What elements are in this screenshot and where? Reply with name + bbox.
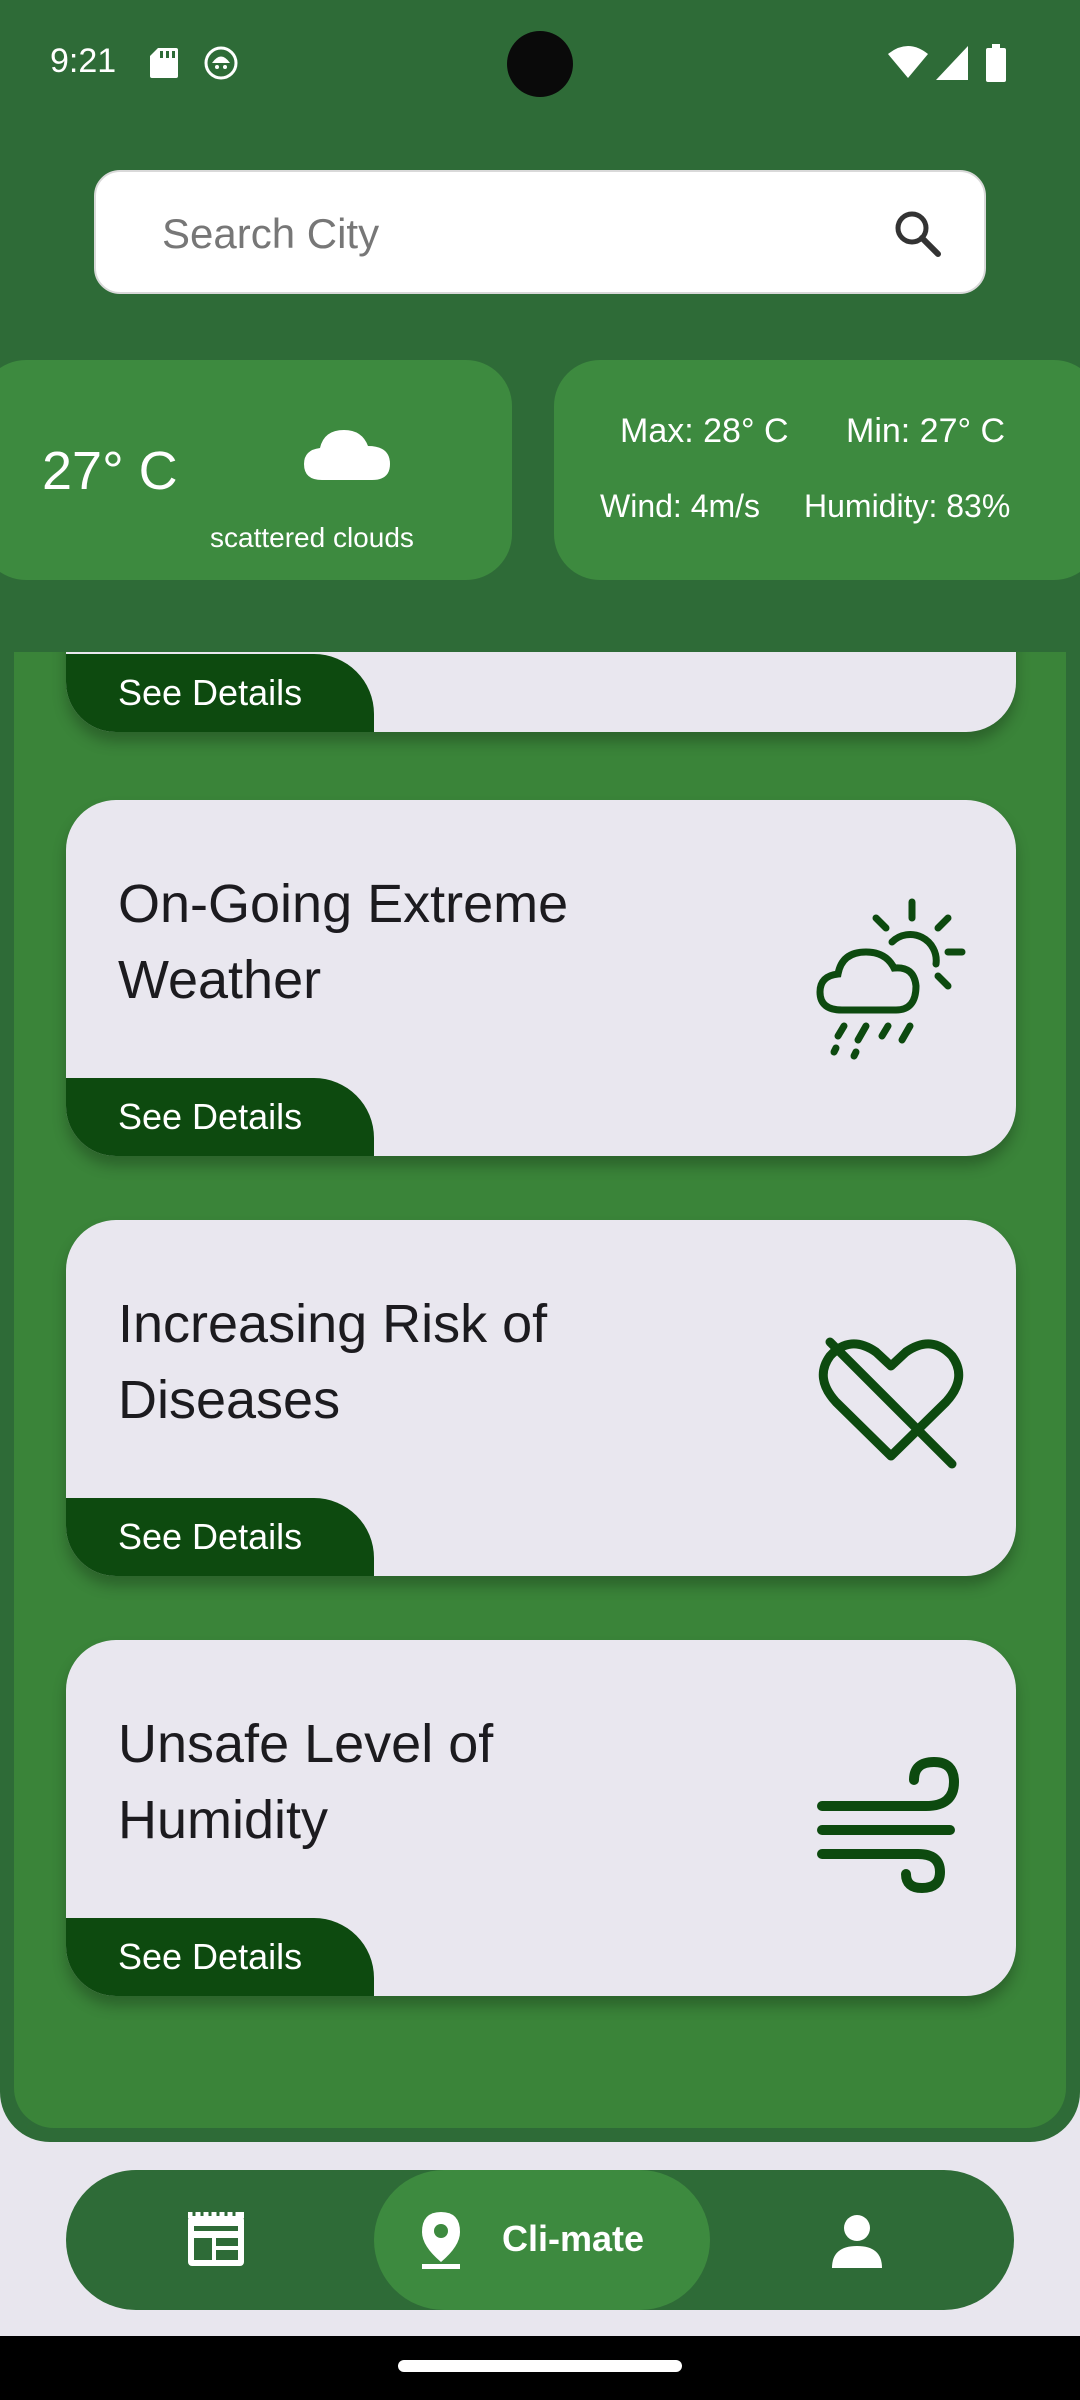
wind-icon <box>817 1756 960 1894</box>
search-placeholder: Search City <box>162 210 380 257</box>
search-icon[interactable] <box>892 208 944 260</box>
system-navigation-bar <box>0 2336 1080 2400</box>
issue-title: Increasing Risk of Diseases <box>118 1294 548 1430</box>
see-details-button[interactable]: See Details <box>66 654 374 732</box>
issue-card-extreme-weather[interactable]: On-Going Extreme Weather See Details <box>66 800 1016 1156</box>
issue-card-disease-risk[interactable]: Increasing Risk of Diseases See Details <box>66 1220 1016 1576</box>
bottom-navigation: Cli-mate <box>66 2170 1014 2310</box>
see-details-button[interactable]: See Details <box>66 1078 374 1156</box>
see-details-button[interactable]: See Details <box>66 1918 374 1996</box>
nav-item-climate[interactable]: Cli-mate <box>374 2170 710 2310</box>
battery-icon <box>986 44 1006 82</box>
max-temperature: Max: 28° C <box>620 412 789 450</box>
status-bar: 9:21 <box>0 0 1080 128</box>
issue-title: Unsafe Level of Humidity <box>118 1714 494 1850</box>
main-panel: See Details On-Going Extreme Weather See <box>0 652 1080 2142</box>
temperature: 27° C <box>42 441 178 501</box>
nav-label: Cli-mate <box>502 2218 645 2259</box>
see-details-button[interactable]: See Details <box>66 1498 374 1576</box>
debug-icon <box>204 46 238 80</box>
cloud-sun-rain-icon <box>816 898 966 1060</box>
person-icon[interactable] <box>830 2214 884 2268</box>
issue-title: On-Going Extreme Weather <box>118 874 569 1010</box>
search-input[interactable]: Search City <box>94 170 986 294</box>
heart-off-icon <box>818 1337 964 1469</box>
wind-speed: Wind: 4m/s <box>600 488 761 524</box>
camera-cutout <box>507 31 573 97</box>
cloud-icon <box>304 430 390 480</box>
issue-card[interactable]: See Details <box>66 652 1016 732</box>
location-pin-icon <box>422 2212 460 2269</box>
status-time: 9:21 <box>50 42 117 80</box>
issue-card-humidity[interactable]: Unsafe Level of Humidity See Details <box>66 1640 1016 1996</box>
sd-card-icon <box>150 48 178 78</box>
gesture-handle[interactable] <box>398 2360 682 2372</box>
weather-details-card: Max: 28° C Min: 27° C Wind: 4m/s Humidit… <box>554 360 1080 580</box>
humidity: Humidity: 83% <box>804 488 1011 524</box>
weather-condition: scattered clouds <box>210 522 414 553</box>
wifi-icon <box>888 46 928 78</box>
signal-icon <box>936 46 968 80</box>
card-list[interactable]: See Details On-Going Extreme Weather See <box>14 652 1066 2128</box>
newspaper-icon[interactable] <box>186 2210 246 2270</box>
current-weather-card: 27° C scattered clouds <box>0 360 512 580</box>
min-temperature: Min: 27° C <box>846 412 1006 450</box>
